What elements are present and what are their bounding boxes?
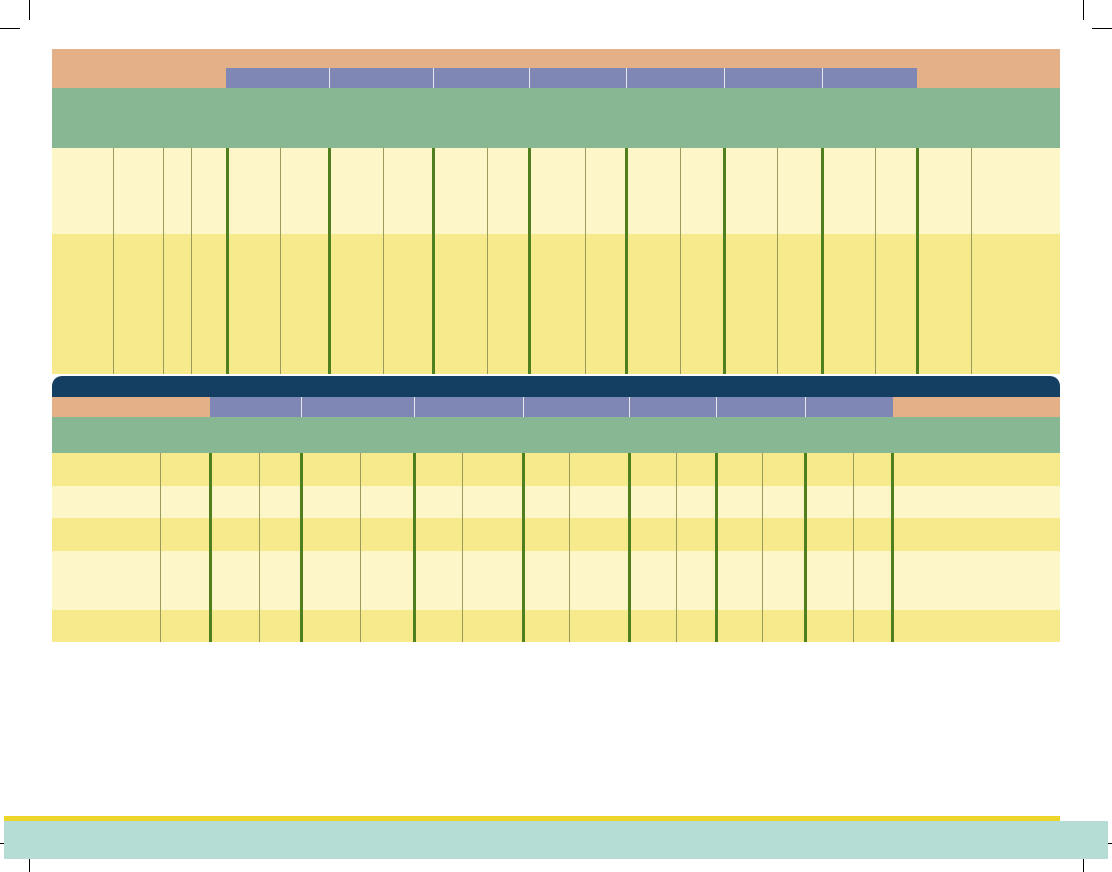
column-divider bbox=[360, 453, 361, 642]
table-2-subheader bbox=[210, 397, 893, 417]
column-group-divider bbox=[625, 148, 628, 374]
column-group-divider bbox=[432, 148, 435, 374]
crop-mark-top-right-v bbox=[1083, 0, 1084, 20]
table-1-subheader bbox=[226, 68, 917, 88]
column-group-divider bbox=[715, 453, 718, 642]
table-1-subheader-cell bbox=[725, 68, 823, 88]
column-divider bbox=[585, 148, 586, 374]
column-group-divider bbox=[226, 148, 229, 374]
table-2-subheader-cell bbox=[630, 397, 717, 417]
column-divider bbox=[971, 148, 972, 374]
column-group-divider bbox=[300, 453, 303, 642]
column-divider bbox=[875, 148, 876, 374]
column-divider bbox=[680, 148, 681, 374]
table-row bbox=[52, 551, 1060, 610]
table-1-subheader-cell bbox=[434, 68, 530, 88]
column-divider bbox=[191, 148, 192, 374]
table-2-dark-header bbox=[52, 376, 1060, 397]
column-group-divider bbox=[821, 148, 824, 374]
column-divider bbox=[676, 453, 677, 642]
table-row bbox=[52, 234, 1060, 374]
column-divider bbox=[462, 453, 463, 642]
table-2-subheader-cell bbox=[524, 397, 630, 417]
table-1-subheader-cell bbox=[226, 68, 330, 88]
column-group-divider bbox=[891, 453, 894, 642]
column-divider bbox=[259, 453, 260, 642]
table-row bbox=[52, 486, 1060, 518]
column-group-divider bbox=[528, 148, 531, 374]
column-group-divider bbox=[916, 148, 919, 374]
table-row bbox=[52, 148, 1060, 234]
table-2-title-band bbox=[52, 417, 1060, 453]
table-row bbox=[52, 518, 1060, 551]
crop-mark-top-left-v bbox=[29, 0, 30, 20]
column-group-divider bbox=[723, 148, 726, 374]
column-divider bbox=[762, 453, 763, 642]
table-1-subheader-cell bbox=[823, 68, 917, 88]
column-divider bbox=[853, 453, 854, 642]
column-divider bbox=[383, 148, 384, 374]
column-group-divider bbox=[209, 453, 212, 642]
table-1-subheader-cell bbox=[330, 68, 434, 88]
column-divider bbox=[487, 148, 488, 374]
footer-band bbox=[4, 821, 1108, 859]
column-group-divider bbox=[522, 453, 525, 642]
column-group-divider bbox=[413, 453, 416, 642]
column-divider bbox=[113, 148, 114, 374]
table-2-subheader-cell bbox=[210, 397, 302, 417]
table-2-subheader-cell bbox=[302, 397, 415, 417]
table-2-subheader-cell bbox=[717, 397, 806, 417]
table-row bbox=[52, 610, 1060, 642]
table-1-title-band bbox=[52, 88, 1060, 148]
column-divider bbox=[163, 148, 164, 374]
column-group-divider bbox=[804, 453, 807, 642]
table-row bbox=[52, 453, 1060, 486]
crop-mark-top-right-h bbox=[1092, 28, 1112, 29]
crop-mark-top-left-h bbox=[0, 28, 20, 29]
table-1-subheader-cell bbox=[530, 68, 627, 88]
column-divider bbox=[160, 453, 161, 642]
table-2-subheader-cell bbox=[806, 397, 893, 417]
table-2-subheader-cell bbox=[415, 397, 524, 417]
column-group-divider bbox=[328, 148, 331, 374]
column-divider bbox=[280, 148, 281, 374]
table-1-subheader-cell bbox=[627, 68, 725, 88]
column-divider bbox=[569, 453, 570, 642]
column-divider bbox=[777, 148, 778, 374]
column-group-divider bbox=[628, 453, 631, 642]
